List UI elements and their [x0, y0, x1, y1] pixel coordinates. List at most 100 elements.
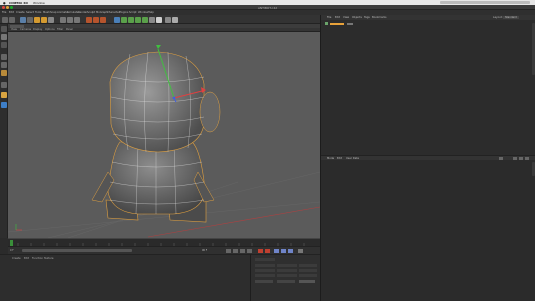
subdivision-icon[interactable] — [121, 16, 127, 23]
window-menu[interactable]: Window — [33, 1, 45, 5]
light-icon[interactable] — [156, 16, 162, 23]
step-back-icon[interactable] — [233, 248, 238, 253]
axis-x-icon[interactable] — [48, 16, 54, 23]
sky-icon[interactable] — [172, 16, 178, 23]
coord-x-field[interactable] — [255, 264, 275, 267]
play-icon[interactable] — [240, 248, 245, 253]
objects-menu-view[interactable]: View — [343, 16, 349, 19]
scene-icon[interactable] — [142, 16, 148, 23]
size-z-field[interactable] — [277, 274, 297, 277]
objects-menu-bookmarks[interactable]: Bookmarks — [372, 16, 387, 19]
go-start-icon[interactable] — [226, 248, 231, 253]
key-rotation-icon[interactable] — [288, 248, 293, 253]
workplane-icon[interactable] — [1, 92, 7, 98]
object-list[interactable] — [321, 20, 535, 155]
texture-mode-icon[interactable] — [1, 42, 7, 48]
timeline-ruler[interactable] — [8, 238, 320, 247]
timeline-options-icon[interactable] — [298, 248, 303, 253]
scale-tool-icon[interactable] — [34, 16, 40, 23]
size-y-field[interactable] — [277, 269, 297, 272]
autokey-icon[interactable] — [265, 248, 270, 253]
key-position-icon[interactable] — [274, 248, 279, 253]
menu-plugins[interactable]: Plugins — [119, 11, 128, 14]
end-frame[interactable]: 90 F — [202, 249, 207, 252]
coord-z-field[interactable] — [255, 274, 275, 277]
layout-dropdown[interactable]: Standard — [503, 15, 519, 19]
menu-script[interactable]: Script — [129, 11, 137, 14]
apply-button[interactable] — [299, 280, 315, 283]
rot-b-field[interactable] — [299, 274, 317, 277]
body-mesh[interactable] — [107, 141, 206, 215]
viewport-menu-options[interactable]: Options — [45, 28, 55, 31]
menu-character[interactable]: Character — [107, 11, 120, 14]
deformer-icon[interactable] — [135, 16, 141, 23]
undo-icon[interactable] — [2, 16, 8, 23]
record-icon[interactable] — [258, 248, 263, 253]
render-view-icon[interactable] — [86, 16, 92, 23]
snap-icon[interactable] — [1, 82, 7, 88]
move-tool-icon[interactable] — [27, 16, 33, 23]
viewport-canvas[interactable] — [8, 32, 320, 238]
app-menu[interactable]: CINEMA 4D — [9, 1, 28, 5]
render-picture-icon[interactable] — [93, 16, 99, 23]
redo-icon[interactable] — [9, 16, 15, 23]
menu-snap[interactable]: Snap — [50, 11, 57, 14]
viewport-menu-filter[interactable]: Filter — [57, 28, 63, 31]
viewport-menu-display[interactable]: Display — [33, 28, 42, 31]
coord-y-field[interactable] — [255, 269, 275, 272]
3d-viewport[interactable] — [8, 32, 320, 238]
model-mode-icon[interactable] — [1, 34, 7, 40]
apple-icon[interactable]: ● — [3, 1, 6, 5]
objects-menu-tags[interactable]: Tags — [364, 16, 370, 19]
menu-tools[interactable]: Tools — [35, 11, 41, 14]
array-icon[interactable] — [128, 16, 134, 23]
menu-file[interactable]: File — [2, 11, 6, 14]
start-frame[interactable]: 0 F — [10, 249, 14, 252]
size-mode-dropdown[interactable] — [277, 280, 295, 283]
material-menu-edit[interactable]: Edit — [24, 257, 29, 260]
menu-create[interactable]: Create — [16, 11, 25, 14]
coord-mode-dropdown[interactable] — [255, 280, 273, 283]
key-scale-icon[interactable] — [281, 248, 286, 253]
object-tags[interactable] — [347, 22, 353, 25]
rot-p-field[interactable] — [299, 269, 317, 272]
menu-simulate[interactable]: Simulate — [67, 11, 78, 14]
objects-menu-objects[interactable]: Objects — [352, 16, 362, 19]
menu-sculpt[interactable]: Sculpt — [87, 11, 95, 14]
select-tool-icon[interactable] — [20, 16, 26, 23]
step-forward-icon[interactable] — [247, 248, 252, 253]
selected-object-row[interactable] — [330, 22, 344, 25]
edges-mode-icon[interactable] — [1, 62, 7, 68]
axis-z-icon[interactable] — [67, 16, 73, 23]
floor-icon[interactable] — [165, 16, 171, 23]
menu-edit[interactable]: Edit — [9, 11, 14, 14]
material-menu-create[interactable]: Create — [12, 257, 21, 260]
menu-mesh[interactable]: Mesh — [43, 11, 50, 14]
polygons-mode-icon[interactable] — [1, 70, 7, 76]
objects-menu-edit[interactable]: Edit — [335, 16, 340, 19]
points-mode-icon[interactable] — [1, 54, 7, 60]
rotate-tool-icon[interactable] — [41, 16, 47, 23]
menu-select[interactable]: Select — [26, 11, 34, 14]
coord-system-icon[interactable] — [74, 16, 80, 23]
render-settings-icon[interactable] — [100, 16, 106, 23]
ear-mesh[interactable] — [199, 91, 221, 133]
material-menu-texture[interactable]: Texture — [44, 257, 54, 260]
menu-render[interactable]: Render — [78, 11, 87, 14]
viewport-menu-panel[interactable]: Panel — [66, 28, 73, 31]
objects-menu-file[interactable]: File — [327, 16, 331, 19]
frame-range-slider[interactable] — [22, 249, 132, 252]
rot-h-field[interactable] — [299, 264, 317, 267]
viewport-menu-view[interactable]: View — [11, 28, 17, 31]
camera-icon[interactable] — [149, 16, 155, 23]
axis-mode-icon[interactable] — [1, 102, 7, 108]
menu-window[interactable]: Window — [138, 11, 148, 14]
material-menu-function[interactable]: Function — [32, 257, 43, 260]
size-x-field[interactable] — [277, 264, 297, 267]
menu-help[interactable]: Help — [148, 11, 154, 14]
axis-y-icon[interactable] — [60, 16, 66, 23]
menu-mograph[interactable]: MoGraph — [96, 11, 108, 14]
viewport-menu-cameras[interactable]: Cameras — [20, 28, 31, 31]
cube-icon[interactable] — [114, 16, 120, 23]
make-editable-icon[interactable] — [1, 26, 7, 32]
